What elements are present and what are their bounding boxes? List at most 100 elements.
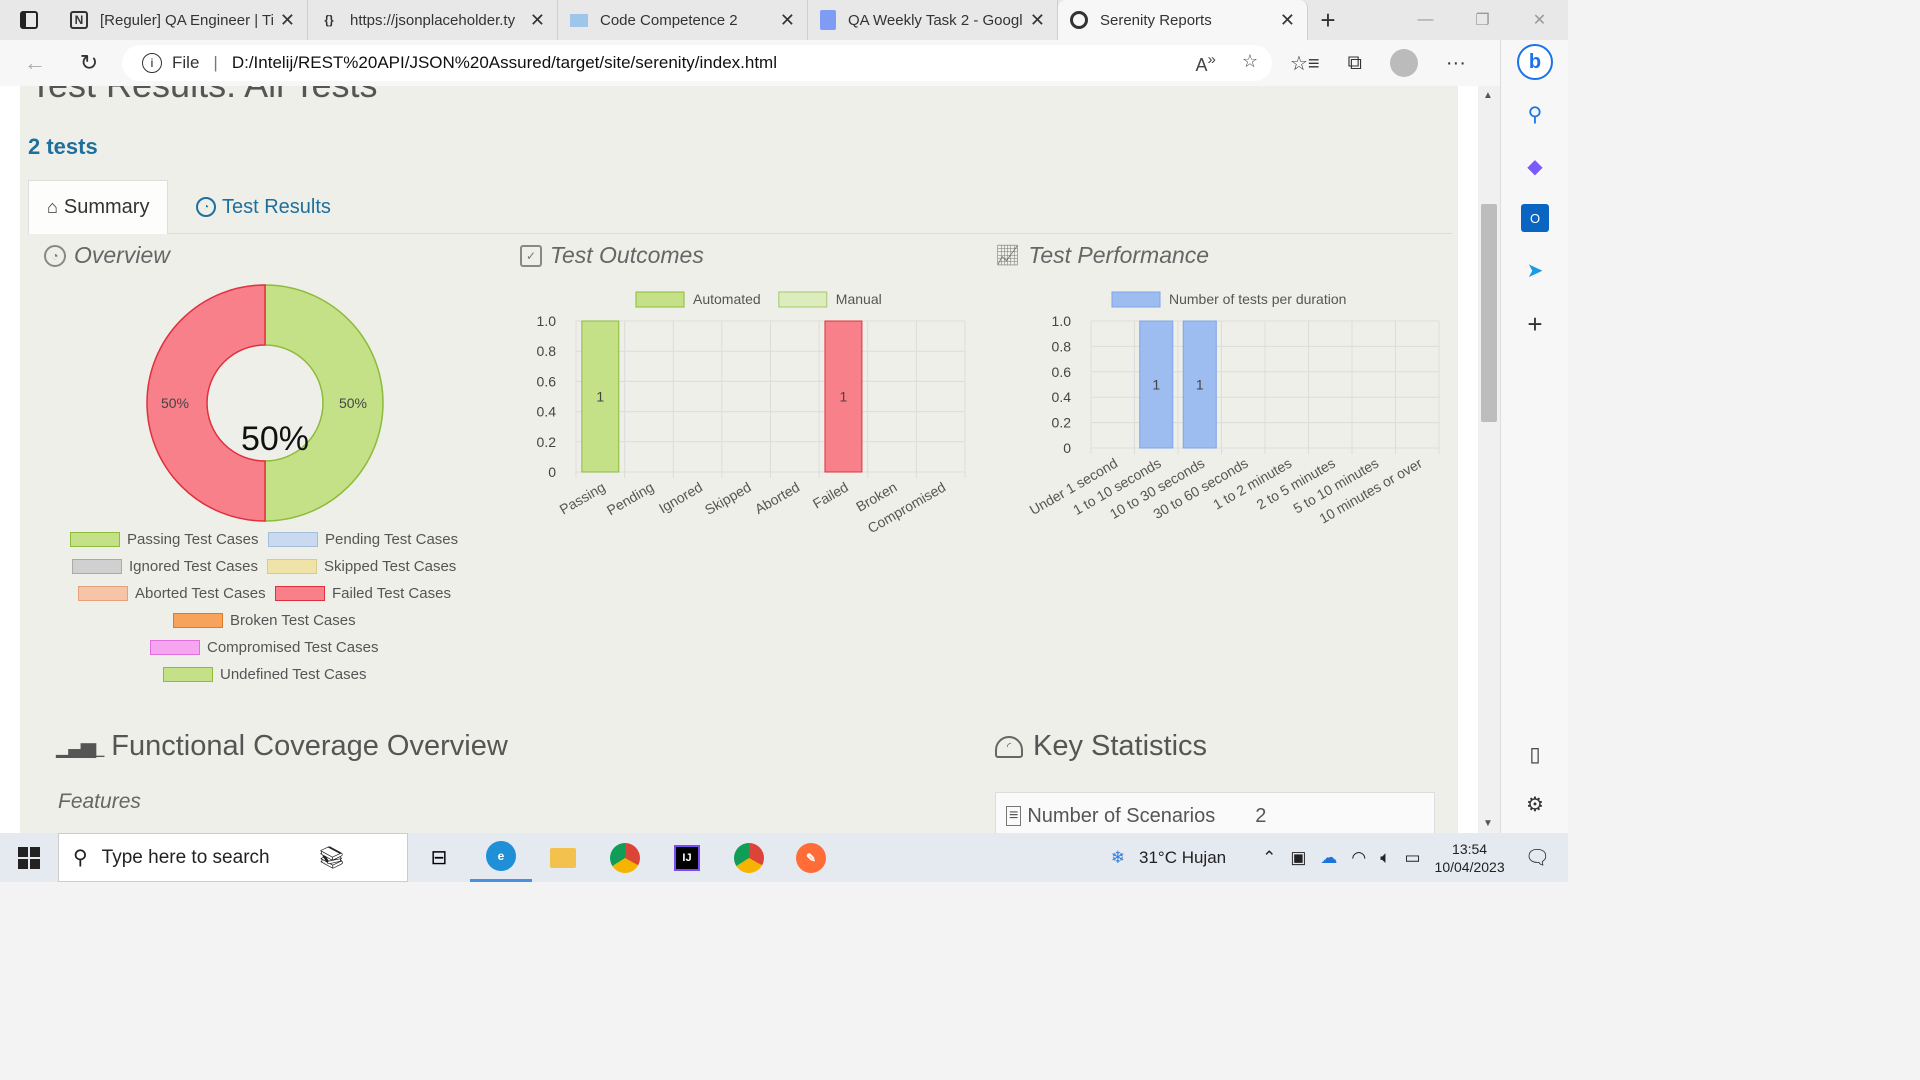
weather-icon[interactable]: ❄ (1111, 848, 1125, 868)
tab-title: Serenity Reports (1100, 11, 1212, 29)
battery-icon[interactable]: ▭ (1404, 848, 1420, 868)
close-icon[interactable]: ✕ (530, 10, 545, 31)
scroll-down-icon[interactable]: ▼ (1483, 818, 1493, 829)
intellij-taskbar-button[interactable]: IJ (656, 833, 718, 882)
tests-count: 2 tests (28, 134, 98, 159)
chrome-profile-taskbar-button[interactable] (718, 833, 780, 882)
tab-label: Summary (63, 196, 150, 218)
volume-icon[interactable]: 🔈︎ (1380, 848, 1390, 868)
legend-item[interactable]: Skipped Test Cases (267, 558, 456, 575)
legend-swatch (72, 559, 122, 574)
bar-chart-icon: ▁▃▅_ (56, 736, 104, 758)
file-explorer-button[interactable] (532, 833, 594, 882)
address-bar[interactable]: i File | D:/Intelij/REST%20API/JSON%20As… (122, 45, 1272, 81)
chevron-up-icon[interactable]: ⌃ (1262, 848, 1276, 868)
report-tabs: ⌂ Summary ◔ Test Results (28, 180, 1452, 234)
restore-icon[interactable]: ❐ (1454, 0, 1511, 40)
taskbar-search-input[interactable]: ⚲ Type here to search 📚︎ (58, 833, 408, 882)
read-aloud-icon[interactable]: A» (1196, 51, 1216, 76)
legend-label: Failed Test Cases (332, 585, 451, 602)
legend-item[interactable]: Ignored Test Cases (72, 558, 258, 575)
minimize-icon[interactable]: — (1397, 0, 1454, 40)
close-icon[interactable]: ✕ (1280, 10, 1295, 31)
chrome-taskbar-button[interactable] (594, 833, 656, 882)
overview-heading: ◔ Overview (44, 242, 170, 269)
chrome-icon (734, 842, 764, 873)
list-icon: ≡ (1006, 806, 1022, 826)
browser-tab[interactable]: N [Reguler] QA Engineer | Ti ✕ (58, 0, 308, 40)
favorites-icon[interactable]: ☆≡ (1290, 51, 1320, 76)
browser-tab[interactable]: QA Weekly Task 2 - Googl ✕ (808, 0, 1058, 40)
windows-start-button[interactable] (0, 833, 58, 882)
settings-icon[interactable]: ⚙ (1521, 790, 1549, 818)
clock[interactable]: 13:54 10/04/2023 (1435, 840, 1505, 876)
notion-icon: N (70, 11, 88, 29)
add-icon[interactable]: + (1521, 309, 1549, 339)
legend-label: Compromised Test Cases (207, 639, 379, 656)
test-outcomes-chart: Automated Manual 0 0.2 0.4 0.6 0.8 1.0 1 PassingP… (537, 291, 966, 536)
stat-number-of-scenarios: ≡ Number of Scenarios 2 (995, 792, 1435, 833)
clock-date: 10/04/2023 (1434, 858, 1505, 875)
heading-text: Test Performance (1028, 242, 1210, 268)
legend-item[interactable]: Broken Test Cases (173, 612, 356, 629)
legend-label: Manual (836, 291, 882, 307)
legend-item[interactable]: Pending Test Cases (268, 531, 458, 548)
close-icon[interactable]: ✕ (780, 10, 795, 31)
split-icon[interactable]: ▯ (1521, 740, 1549, 768)
legend-item[interactable]: Failed Test Cases (275, 585, 451, 602)
tab-test-results[interactable]: ◔ Test Results (178, 180, 349, 234)
y-tick-label: 0.2 (1052, 415, 1072, 431)
y-tick-label: 0 (548, 464, 556, 480)
browser-tab[interactable]: {} https://jsonplaceholder.ty ✕ (308, 0, 558, 40)
slice-label-failed: 50% (161, 395, 189, 411)
page-viewport: Test Results: All Tests 2 tests ⌂ Summar… (0, 86, 1478, 833)
edge-taskbar-button[interactable]: e (470, 833, 532, 882)
collections-icon[interactable]: ⧉ (1348, 52, 1362, 75)
send-icon[interactable]: ➤ (1521, 256, 1549, 284)
y-tick-label: 0.2 (537, 434, 557, 450)
browser-tab-bar: N [Reguler] QA Engineer | Ti ✕ {} https:… (0, 0, 1568, 40)
meet-now-icon[interactable]: ▣ (1290, 848, 1306, 868)
legend-item[interactable]: Aborted Test Cases (78, 585, 266, 602)
outlook-icon[interactable]: O (1521, 204, 1549, 232)
search-icon[interactable]: ⚲ (1521, 100, 1549, 128)
window-close-icon[interactable]: ✕ (1511, 0, 1568, 40)
docs-icon (820, 10, 836, 30)
tab-actions-button[interactable] (0, 0, 58, 40)
back-button[interactable]: ← (8, 50, 62, 76)
legend-item[interactable]: Undefined Test Cases (163, 666, 366, 683)
weather-text[interactable]: 31°C Hujan (1139, 848, 1226, 868)
test-performance-chart: Number of tests per duration 0 0.2 0.4 0.6 0.… (1027, 291, 1440, 527)
page-scrollbar[interactable]: ▲ ▼ (1478, 86, 1500, 833)
url-scheme: File (172, 53, 200, 72)
postman-taskbar-button[interactable]: ✎ (780, 833, 842, 882)
data-label: 1 (840, 389, 848, 405)
more-options-icon[interactable]: ··· (1446, 52, 1466, 75)
home-icon: ⌂ (47, 197, 58, 217)
browser-toolbar-icons: ☆≡ ⧉ ··· (1290, 40, 1466, 86)
scrollbar-thumb[interactable] (1481, 204, 1497, 422)
legend-item[interactable]: Compromised Test Cases (150, 639, 378, 656)
task-view-button[interactable]: ⊟ (408, 833, 470, 882)
new-tab-button[interactable]: + (1308, 5, 1348, 36)
y-tick-label: 1.0 (1052, 313, 1072, 329)
notifications-icon[interactable]: 🗨︎ (1525, 845, 1550, 870)
refresh-button[interactable]: ↻ (62, 50, 116, 76)
scroll-up-icon[interactable]: ▲ (1483, 90, 1493, 101)
legend-item[interactable]: Passing Test Cases (70, 531, 258, 548)
wifi-icon[interactable]: ◠ (1351, 848, 1366, 868)
legend-swatch (150, 640, 200, 655)
url-text[interactable]: D:/Intelij/REST%20API/JSON%20Assured/tar… (232, 53, 777, 73)
avatar[interactable] (1389, 49, 1418, 77)
tab-summary[interactable]: ⌂ Summary (28, 180, 169, 234)
close-icon[interactable]: ✕ (280, 10, 295, 31)
add-favorite-icon[interactable]: ☆ (1242, 51, 1258, 76)
copilot-icon[interactable]: ◆ (1521, 152, 1549, 180)
bing-icon[interactable]: b (1517, 44, 1553, 80)
onedrive-icon[interactable]: ☁ (1320, 848, 1337, 868)
gauge-icon: ◜ (995, 735, 1023, 758)
browser-tab-active[interactable]: Serenity Reports ✕ (1058, 0, 1308, 40)
close-icon[interactable]: ✕ (1030, 10, 1045, 31)
browser-tab[interactable]: Code Competence 2 ✕ (558, 0, 808, 40)
info-icon[interactable]: i (142, 53, 162, 73)
